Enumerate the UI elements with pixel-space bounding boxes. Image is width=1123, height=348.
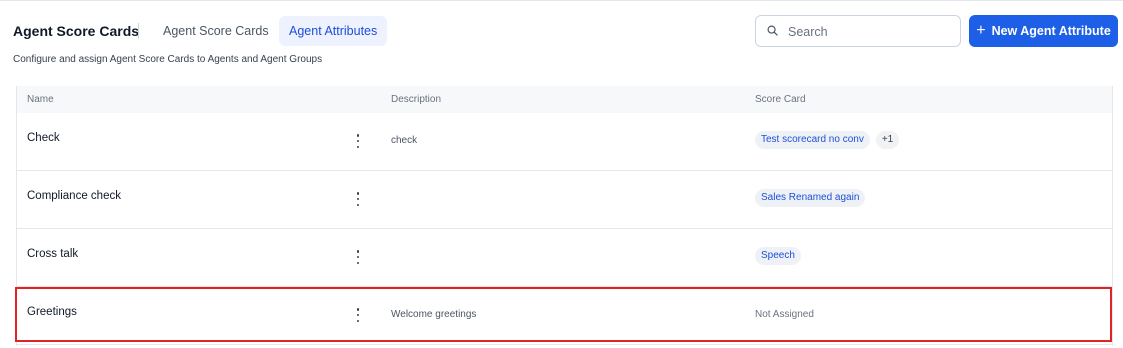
tab-agent-score-cards[interactable]: Agent Score Cards: [153, 16, 279, 46]
score-card-chip[interactable]: Sales Renamed again: [755, 189, 866, 207]
top-divider: [0, 0, 1123, 1]
row-name: Greetings: [27, 306, 77, 318]
table-row[interactable]: Check check Test scorecard no conv +1: [17, 113, 1112, 171]
search-input[interactable]: [786, 21, 955, 43]
row-score-cards: Test scorecard no conv +1: [755, 130, 900, 150]
row-description: check: [391, 135, 418, 146]
more-options-icon[interactable]: [353, 191, 363, 207]
page-title: Agent Score Cards: [13, 23, 140, 39]
column-header-name: Name: [27, 94, 54, 105]
table-row[interactable]: Cross talk Speech: [17, 229, 1112, 287]
tab-agent-attributes[interactable]: Agent Attributes: [279, 16, 388, 46]
plus-icon: +: [976, 22, 986, 39]
page-header: Agent Score Cards Agent Score Cards Agen…: [13, 14, 1118, 48]
not-assigned-text: Not Assigned: [755, 308, 814, 320]
new-agent-attribute-button[interactable]: + New Agent Attribute: [969, 15, 1118, 47]
row-description: Welcome greetings: [391, 309, 477, 320]
search-icon: [767, 25, 778, 36]
row-score-cards: Sales Renamed again: [755, 188, 866, 208]
score-card-chip[interactable]: Speech: [755, 247, 801, 265]
more-options-icon[interactable]: [353, 133, 363, 149]
more-options-icon[interactable]: [353, 249, 363, 265]
column-header-description: Description: [391, 94, 442, 105]
search-box[interactable]: [755, 15, 961, 47]
row-score-cards: Speech: [755, 246, 801, 266]
more-score-cards-badge[interactable]: +1: [875, 131, 900, 149]
score-card-chip[interactable]: Test scorecard no conv: [755, 131, 870, 149]
table-header: Name Description Score Card: [17, 86, 1112, 114]
row-score-cards: Not Assigned: [755, 304, 814, 324]
table-row[interactable]: Greetings Welcome greetings Not Assigned: [17, 287, 1112, 345]
page-subtitle: Configure and assign Agent Score Cards t…: [13, 54, 323, 65]
row-name: Check: [27, 132, 60, 144]
table-row[interactable]: Compliance check Sales Renamed again: [17, 171, 1112, 229]
attributes-table: Name Description Score Card Check check …: [16, 86, 1113, 346]
row-name: Cross talk: [27, 248, 79, 260]
row-name: Compliance check: [27, 190, 121, 202]
title-divider: [138, 23, 139, 39]
column-header-score-card: Score Card: [755, 94, 806, 105]
new-agent-attribute-label: New Agent Attribute: [991, 24, 1111, 38]
more-options-icon[interactable]: [353, 307, 363, 323]
